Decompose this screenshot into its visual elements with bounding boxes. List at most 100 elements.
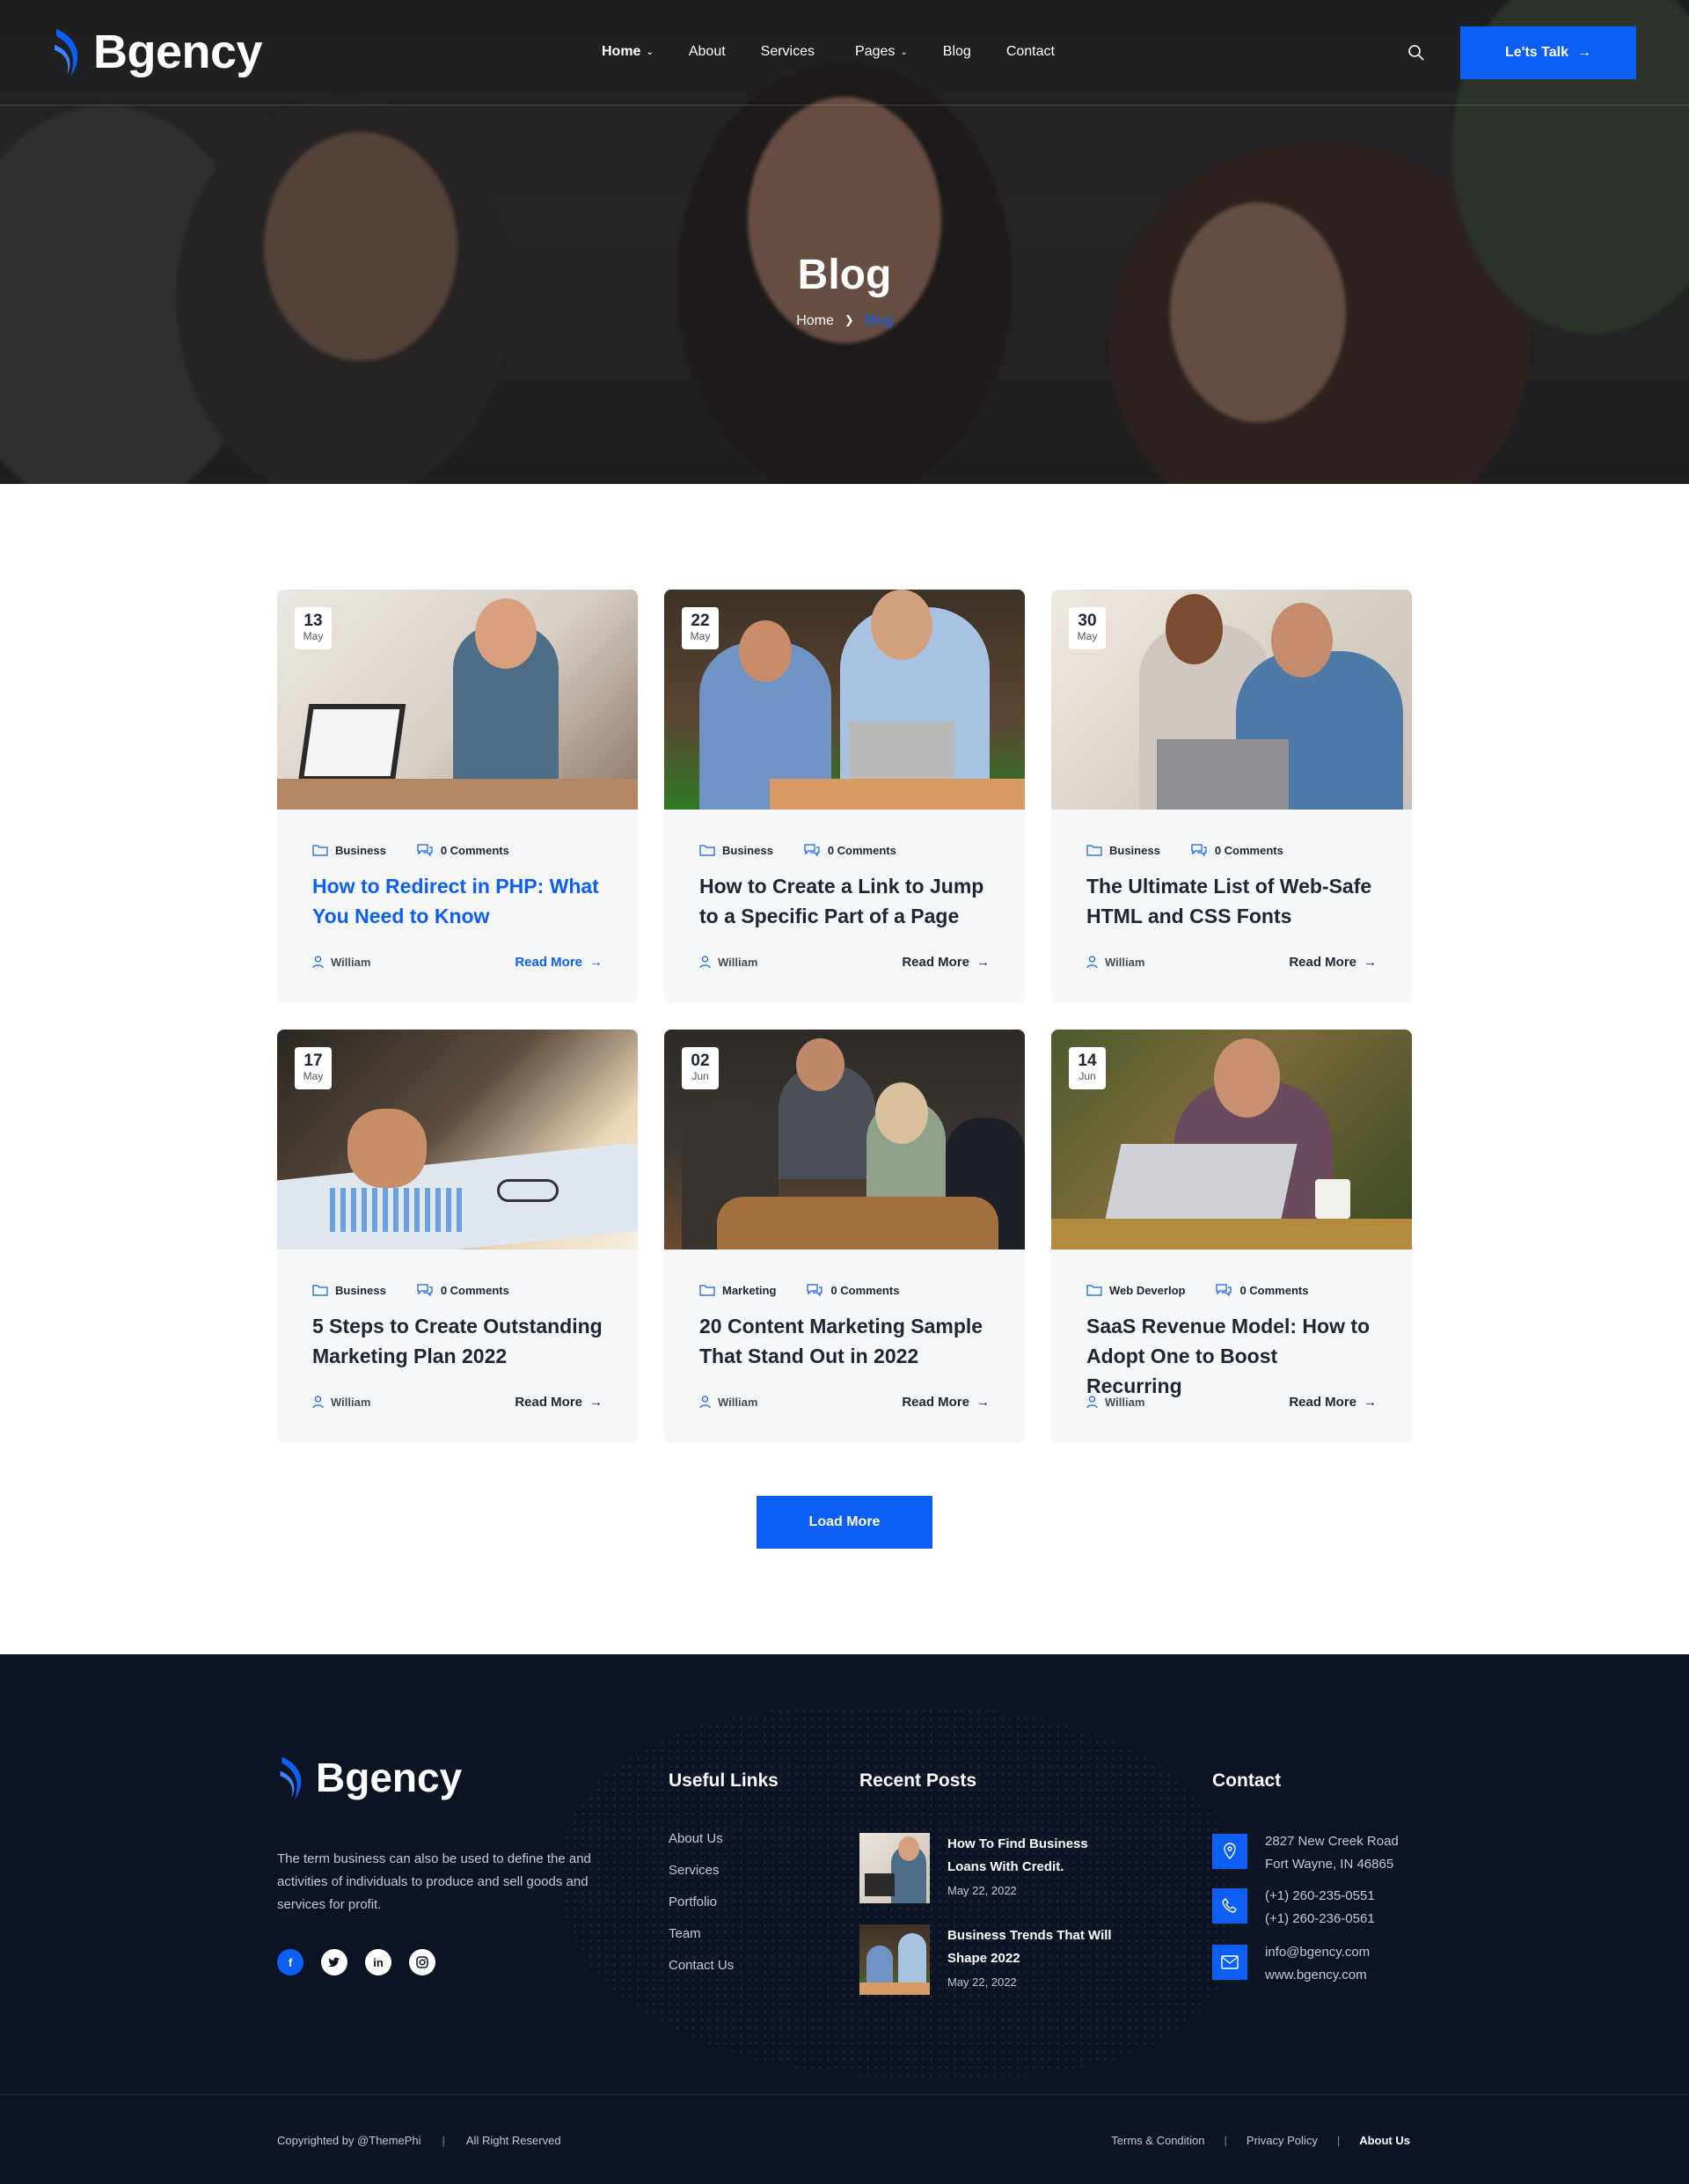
post-category[interactable]: Business (312, 844, 386, 857)
footer-link-services[interactable]: Services (669, 1862, 734, 1880)
post-title[interactable]: SaaS Revenue Model: How to Adopt One to … (1086, 1311, 1377, 1397)
nav-item-services[interactable]: Services (761, 44, 815, 60)
post-image[interactable]: 13 May (277, 590, 638, 810)
contact-email: info@bgency.com www.bgency.com (1212, 1945, 1370, 1987)
post-title[interactable]: How to Redirect in PHP: What You Need to… (312, 871, 603, 931)
read-more-link[interactable]: Read More → (1289, 1395, 1377, 1410)
blog-card[interactable]: 30 May Business 0 Comments The Ultimate … (1051, 590, 1412, 1003)
divider: | (1336, 2134, 1341, 2147)
post-comments-label: 0 Comments (830, 1283, 900, 1297)
recent-post-thumbnail[interactable] (859, 1924, 930, 1995)
breadcrumb-home[interactable]: Home (796, 313, 834, 329)
post-month: May (690, 630, 711, 642)
nav-label: About (688, 44, 726, 59)
read-more-link[interactable]: Read More → (902, 1395, 990, 1410)
post-comments[interactable]: 0 Comments (1190, 843, 1283, 857)
read-more-link[interactable]: Read More → (902, 955, 990, 970)
nav-item-pages[interactable]: Pages ⌄ (855, 44, 908, 60)
footer-link-contact[interactable]: Contact Us (669, 1957, 734, 1975)
post-comments[interactable]: 0 Comments (806, 1283, 899, 1297)
twitter-icon[interactable] (321, 1949, 347, 1975)
search-icon[interactable] (1408, 44, 1425, 66)
post-author[interactable]: William (312, 956, 370, 969)
post-author[interactable]: William (312, 1396, 370, 1409)
post-author[interactable]: William (699, 956, 757, 969)
post-title[interactable]: 20 Content Marketing Sample That Stand O… (699, 1311, 990, 1371)
post-comments[interactable]: 0 Comments (416, 843, 509, 857)
blog-card[interactable]: 02 Jun Marketing 0 Comments 20 Content M… (664, 1030, 1025, 1443)
blog-grid: 13 May Business 0 Comments How to Redire… (277, 590, 1412, 1443)
phone-2[interactable]: (+1) 260-236-0561 (1265, 1908, 1375, 1931)
user-icon (1086, 956, 1098, 969)
footer-link-portfolio[interactable]: Portfolio (669, 1894, 734, 1911)
post-title[interactable]: 5 Steps to Create Outstanding Marketing … (312, 1311, 603, 1371)
blog-card[interactable]: 22 May Business 0 Comments How to Create… (664, 590, 1025, 1003)
blog-card[interactable]: 13 May Business 0 Comments How to Redire… (277, 590, 638, 1003)
privacy-link[interactable]: Privacy Policy (1247, 2134, 1318, 2147)
email-link[interactable]: info@bgency.com (1265, 1941, 1370, 1964)
logo-text: Bgency (316, 1755, 463, 1800)
phone-icon (1212, 1888, 1247, 1924)
facebook-icon[interactable]: f (277, 1949, 303, 1975)
linkedin-icon[interactable]: in (365, 1949, 391, 1975)
site-logo[interactable]: Bgency (51, 25, 263, 79)
recent-post-title[interactable]: How To Find Business Loans With Credit. (947, 1833, 1115, 1879)
footer-link-team[interactable]: Team (669, 1925, 734, 1943)
post-category[interactable]: Business (312, 1284, 386, 1297)
recent-post-thumbnail[interactable] (859, 1833, 930, 1903)
recent-post[interactable]: How To Find Business Loans With Credit. … (859, 1833, 1115, 1903)
nav-item-about[interactable]: About (689, 44, 726, 60)
lets-talk-button[interactable]: Le'ts Talk → (1460, 26, 1636, 79)
phone-1[interactable]: (+1) 260-235-0551 (1265, 1885, 1375, 1908)
post-title[interactable]: How to Create a Link to Jump to a Specif… (699, 871, 990, 931)
read-more-link[interactable]: Read More → (515, 955, 603, 970)
post-category[interactable]: Business (1086, 844, 1160, 857)
post-category[interactable]: Web Deverlop (1086, 1284, 1185, 1297)
post-day: 13 (303, 612, 323, 630)
nav-label: Services (760, 44, 815, 59)
cta-label: Le'ts Talk (1505, 45, 1568, 60)
footer-link-about[interactable]: About Us (669, 1830, 734, 1848)
post-comments[interactable]: 0 Comments (416, 1283, 509, 1297)
post-image[interactable]: 30 May (1051, 590, 1412, 810)
post-title[interactable]: The Ultimate List of Web-Safe HTML and C… (1086, 871, 1377, 931)
load-more-button[interactable]: Load More (757, 1496, 932, 1549)
nav-item-blog[interactable]: Blog (943, 44, 971, 60)
comments-icon (807, 1284, 823, 1297)
blog-card[interactable]: 14 Jun Web Deverlop 0 Comments SaaS Reve… (1051, 1030, 1412, 1443)
read-more-label: Read More (1289, 955, 1356, 970)
post-category-label: Business (335, 1283, 386, 1297)
post-comments[interactable]: 0 Comments (1215, 1283, 1308, 1297)
post-author[interactable]: William (1086, 956, 1144, 969)
post-image[interactable]: 02 Jun (664, 1030, 1025, 1250)
post-image[interactable]: 14 Jun (1051, 1030, 1412, 1250)
footer-logo[interactable]: Bgency (277, 1753, 462, 1802)
site-header: Bgency Home ⌄ About Services Pages ⌄ Blo… (0, 0, 1689, 106)
post-image[interactable]: 17 May (277, 1030, 638, 1250)
about-link[interactable]: About Us (1359, 2134, 1410, 2147)
blog-card[interactable]: 17 May Business 0 Comments 5 Steps to Cr… (277, 1030, 638, 1443)
instagram-icon[interactable] (409, 1949, 435, 1975)
read-more-label: Read More (902, 1395, 969, 1410)
recent-post-title[interactable]: Business Trends That Will Shape 2022 (947, 1924, 1115, 1970)
user-icon (699, 1396, 711, 1409)
divider: | (442, 2134, 445, 2147)
chevron-down-icon: ⌄ (900, 47, 908, 57)
post-category-label: Business (335, 843, 386, 857)
nav-item-contact[interactable]: Contact (1006, 44, 1055, 60)
user-icon (699, 956, 711, 969)
recent-post[interactable]: Business Trends That Will Shape 2022 May… (859, 1924, 1115, 1995)
post-month: May (1077, 630, 1098, 642)
post-author[interactable]: William (1086, 1396, 1144, 1409)
post-author[interactable]: William (699, 1396, 757, 1409)
terms-link[interactable]: Terms & Condition (1111, 2134, 1204, 2147)
post-category[interactable]: Business (699, 844, 773, 857)
post-category[interactable]: Marketing (699, 1284, 776, 1297)
post-image[interactable]: 22 May (664, 590, 1025, 810)
rights-text: All Right Reserved (465, 2134, 561, 2147)
read-more-link[interactable]: Read More → (1289, 955, 1377, 970)
post-comments[interactable]: 0 Comments (803, 843, 896, 857)
read-more-link[interactable]: Read More → (515, 1395, 603, 1410)
nav-item-home[interactable]: Home ⌄ (602, 44, 654, 60)
website-link[interactable]: www.bgency.com (1265, 1964, 1370, 1987)
